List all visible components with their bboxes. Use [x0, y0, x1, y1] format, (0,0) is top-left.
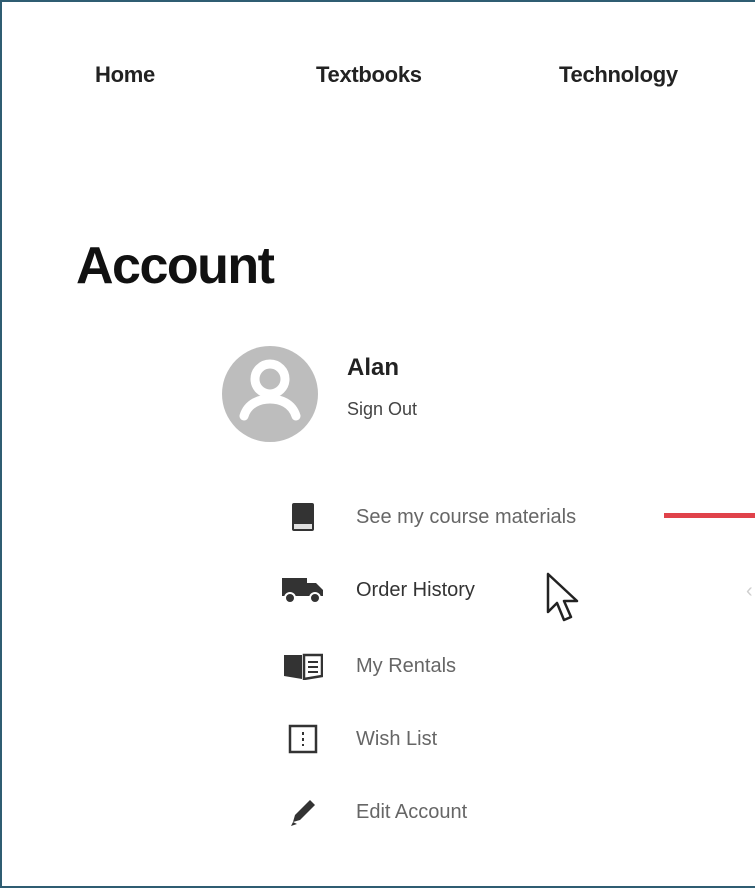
open-book-icon: [282, 646, 324, 686]
menu-item-edit-account[interactable]: Edit Account: [282, 792, 467, 832]
nav-item-technology[interactable]: Technology: [559, 62, 678, 88]
menu-item-label: Wish List: [356, 727, 438, 750]
menu-item-label: My Rentals: [356, 654, 457, 677]
list-icon: [282, 719, 324, 759]
menu-item-label: See my course materials: [356, 505, 577, 528]
user-avatar-icon: [222, 346, 318, 442]
page-title: Account: [76, 237, 275, 295]
accent-underline: [664, 513, 755, 518]
menu-item-label: Order History: [356, 578, 475, 601]
pencil-icon: [282, 792, 324, 832]
top-nav: Home Textbooks Technology: [2, 62, 755, 92]
nav-item-textbooks[interactable]: Textbooks: [316, 62, 422, 88]
menu-item-order-history[interactable]: Order History: [282, 570, 475, 610]
user-name: Alan: [347, 354, 400, 381]
book-icon: [282, 497, 324, 537]
menu-item-my-rentals[interactable]: My Rentals: [282, 646, 456, 686]
menu-item-wish-list[interactable]: Wish List: [282, 719, 437, 759]
menu-item-course-materials[interactable]: See my course materials: [282, 497, 576, 537]
sign-out-link[interactable]: Sign Out: [347, 399, 417, 420]
mouse-cursor-icon: [544, 570, 584, 626]
menu-item-label: Edit Account: [356, 800, 468, 823]
app-window: Home Textbooks Technology Account Alan S…: [0, 0, 755, 888]
nav-item-home[interactable]: Home: [95, 62, 155, 88]
clipped-edge-glyph: ‹: [746, 580, 753, 602]
truck-icon: [282, 570, 324, 610]
